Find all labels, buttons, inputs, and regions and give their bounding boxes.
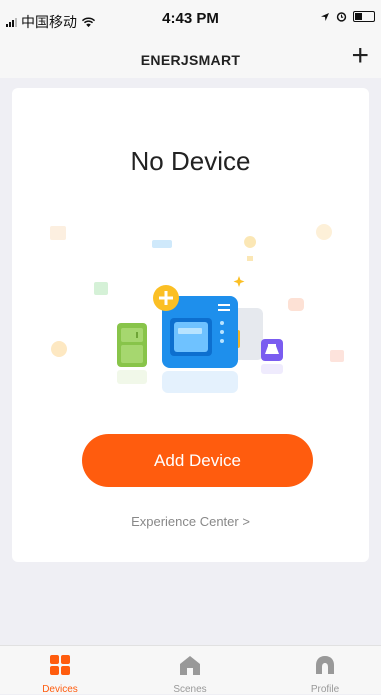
tab-scenes-label: Scenes [173, 684, 207, 695]
tab-bar: Devices Scenes Profile [0, 645, 381, 695]
page-title: ENERJSMART [140, 52, 241, 68]
empty-state-title: No Device [130, 146, 251, 176]
plus-icon[interactable]: + [351, 41, 369, 71]
alarm-icon [336, 12, 347, 22]
experience-center-link[interactable]: Experience Center > [12, 514, 369, 529]
status-bar: 中国移动 4:43 PM [0, 0, 381, 40]
tab-scenes[interactable]: Scenes [140, 646, 240, 695]
house-icon [180, 656, 200, 675]
profile-icon [316, 656, 334, 674]
status-right [320, 11, 375, 22]
tab-profile-label: Profile [310, 684, 340, 695]
tab-profile[interactable]: Profile [275, 646, 375, 695]
tab-devices-label: Devices [42, 684, 78, 695]
empty-state-card: No Device Add Device Experience Center > [12, 88, 369, 562]
tab-devices[interactable]: Devices [10, 646, 110, 695]
nav-bar: ENERJSMART + [0, 40, 381, 78]
no-device-illustration-icon [50, 224, 344, 393]
battery-icon [353, 11, 375, 22]
location-icon [321, 12, 329, 21]
add-device-button[interactable]: Add Device [82, 434, 313, 487]
devices-icon [50, 655, 70, 675]
